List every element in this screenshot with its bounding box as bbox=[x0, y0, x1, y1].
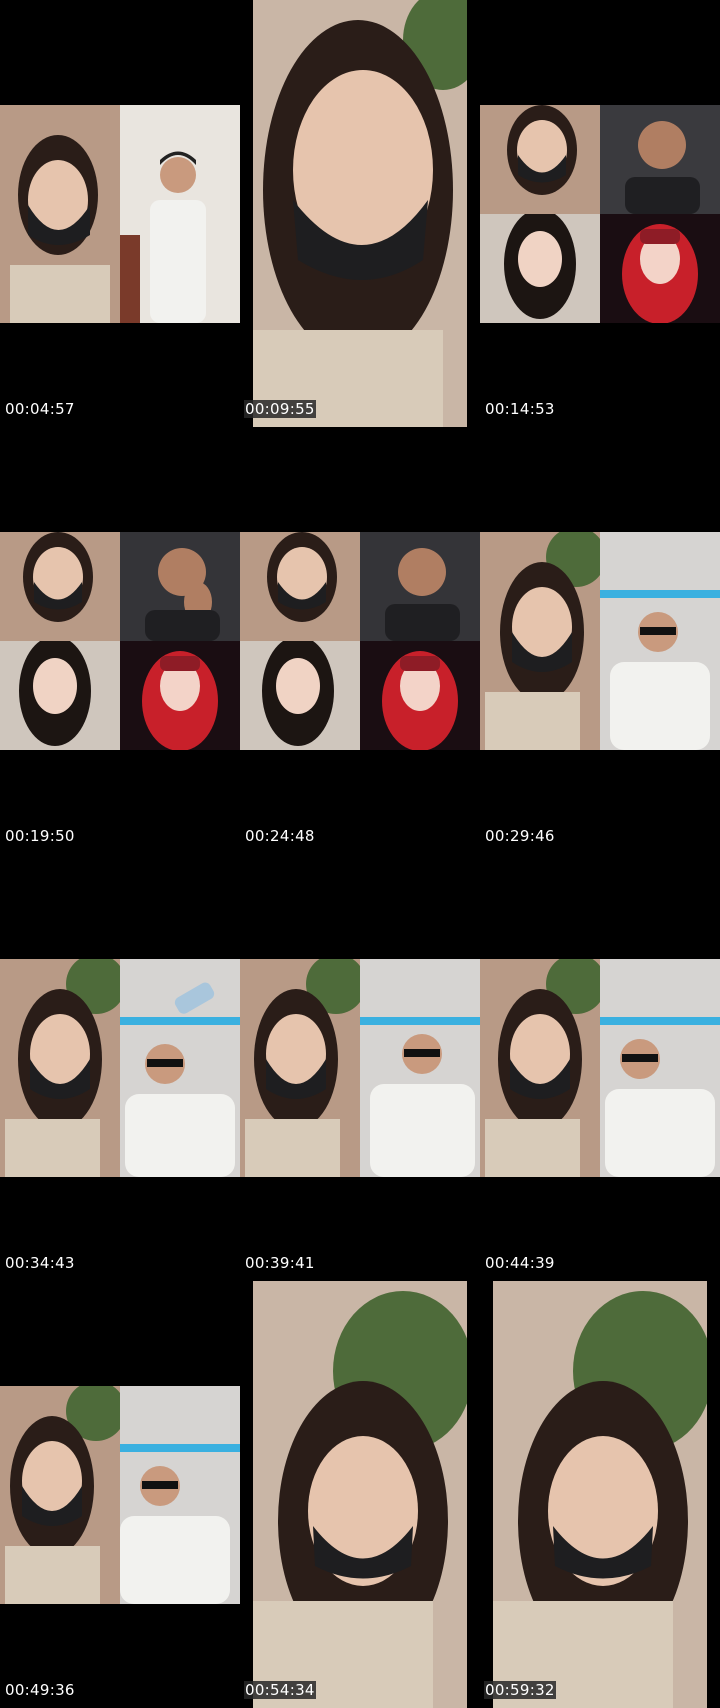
timestamp: 00:29:46 bbox=[485, 827, 555, 845]
woman-dark-hair-video bbox=[480, 214, 600, 323]
masked-woman-video bbox=[240, 959, 360, 1177]
timestamp: 00:19:50 bbox=[5, 827, 75, 845]
split-call-frame bbox=[240, 959, 480, 1177]
split-call-frame bbox=[0, 959, 240, 1177]
man-hands-together-video bbox=[120, 532, 240, 641]
masked-woman-video bbox=[0, 105, 120, 323]
masked-woman-video bbox=[0, 959, 120, 1177]
masked-woman-video bbox=[493, 1281, 707, 1708]
masked-woman-video bbox=[480, 532, 600, 750]
woman-dark-hair-video bbox=[0, 641, 120, 750]
timestamp: 00:24:48 bbox=[245, 827, 315, 845]
four-way-call-frame bbox=[0, 532, 240, 750]
man-sunglasses-video bbox=[600, 959, 720, 1177]
man-sunglasses-video bbox=[600, 532, 720, 750]
masked-woman-video bbox=[253, 1281, 467, 1708]
thumbnail-2[interactable]: 00:09:55 bbox=[240, 0, 480, 427]
timestamp: 00:49:36 bbox=[5, 1681, 75, 1699]
split-call-frame bbox=[0, 1386, 240, 1604]
thumbnail-9[interactable]: 00:44:39 bbox=[480, 854, 720, 1281]
four-way-call-frame bbox=[240, 532, 480, 750]
thumbnail-8[interactable]: 00:39:41 bbox=[240, 854, 480, 1281]
single-video-frame bbox=[253, 0, 467, 427]
thumbnail-7[interactable]: 00:34:43 bbox=[0, 854, 240, 1281]
woman-dark-hair-video bbox=[240, 641, 360, 750]
man-sunglasses-video bbox=[120, 1386, 240, 1604]
man-sunglasses-water-bottle-video bbox=[120, 959, 240, 1177]
timestamp: 00:34:43 bbox=[5, 1254, 75, 1272]
thumbnail-12[interactable]: 00:59:32 bbox=[480, 1281, 720, 1708]
masked-woman-video bbox=[0, 1386, 120, 1604]
masked-woman-video bbox=[0, 532, 120, 641]
masked-woman-video bbox=[253, 0, 467, 427]
timestamp: 00:14:53 bbox=[485, 400, 555, 418]
split-call-frame bbox=[0, 105, 240, 323]
thumbnail-3[interactable]: 00:14:53 bbox=[480, 0, 720, 427]
split-call-frame bbox=[480, 959, 720, 1177]
masked-woman-video bbox=[480, 959, 600, 1177]
thumbnail-4[interactable]: 00:19:50 bbox=[0, 427, 240, 854]
masked-woman-video bbox=[480, 105, 600, 214]
masked-woman-video bbox=[240, 532, 360, 641]
smiling-man-video bbox=[600, 105, 720, 214]
timestamp: 00:54:34 bbox=[244, 1681, 316, 1699]
split-call-frame bbox=[480, 532, 720, 750]
single-video-frame bbox=[493, 1281, 707, 1708]
four-way-call-frame bbox=[480, 105, 720, 323]
thumbnail-11[interactable]: 00:54:34 bbox=[240, 1281, 480, 1708]
man-sunglasses-video bbox=[360, 959, 480, 1177]
talking-man-video bbox=[360, 532, 480, 641]
thumbnail-1[interactable]: 00:04:57 bbox=[0, 0, 240, 427]
timestamp: 00:04:57 bbox=[5, 400, 75, 418]
red-haired-avatar-video bbox=[360, 641, 480, 750]
man-white-thobe-video bbox=[120, 105, 240, 323]
timestamp: 00:39:41 bbox=[245, 1254, 315, 1272]
timestamp: 00:59:32 bbox=[484, 1681, 556, 1699]
timestamp: 00:09:55 bbox=[244, 400, 316, 418]
timestamp: 00:44:39 bbox=[485, 1254, 555, 1272]
red-haired-avatar-video bbox=[600, 214, 720, 323]
thumbnail-6[interactable]: 00:29:46 bbox=[480, 427, 720, 854]
red-haired-avatar-video bbox=[120, 641, 240, 750]
thumbnail-5[interactable]: 00:24:48 bbox=[240, 427, 480, 854]
thumbnail-10[interactable]: 00:49:36 bbox=[0, 1281, 240, 1708]
single-video-frame bbox=[253, 1281, 467, 1708]
